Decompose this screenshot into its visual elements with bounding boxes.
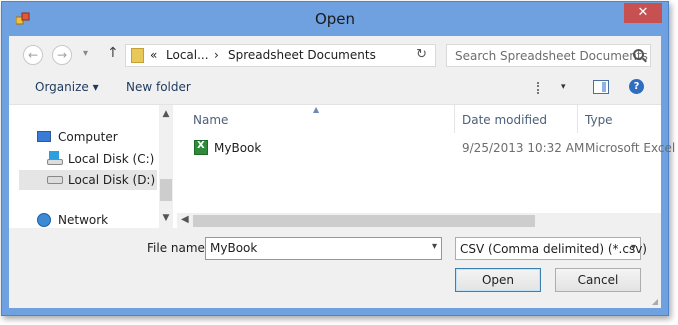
sidebar-scrollbar[interactable]: ▲ ▼ [159, 105, 173, 229]
search-icon[interactable] [633, 49, 644, 60]
file-type-select[interactable]: CSV (Comma delimited) (*.csv) ▾ [455, 237, 647, 260]
back-button[interactable]: ← [23, 45, 43, 65]
sidebar-item-label: Local Disk (C:) [68, 152, 155, 166]
breadcrumb-local[interactable]: Local... [166, 48, 209, 62]
column-divider[interactable] [454, 105, 455, 133]
sidebar-item-network[interactable]: Network [37, 210, 157, 230]
column-header-row: ▲ Name Date modified Type [177, 105, 661, 133]
view-options-dropdown[interactable]: ▾ [561, 82, 566, 92]
dialog-footer: File name: ▾ CSV (Comma delimited) (*.cs… [9, 228, 661, 308]
scroll-thumb[interactable] [193, 215, 535, 227]
network-icon [37, 213, 51, 227]
resize-grip-icon[interactable]: ◢ [652, 297, 658, 306]
refresh-icon[interactable]: ↻ [416, 47, 427, 62]
sidebar-item-label: Computer [58, 130, 118, 144]
recent-locations-button[interactable]: ▾ [83, 48, 88, 59]
computer-icon [37, 131, 51, 142]
sidebar-item-label: Network [58, 213, 109, 227]
open-dialog: Open ✕ ← → ▾ ↑ « Local... › Spreadsheet … [1, 1, 675, 316]
excel-file-icon [194, 140, 208, 155]
browser-area: Computer Local Disk (C:) Local Disk (D:)… [9, 104, 675, 229]
help-icon[interactable]: ? [629, 79, 644, 94]
file-row[interactable]: MyBook 9/25/2013 10:32 AM Microsoft Exce… [177, 137, 675, 159]
scroll-thumb[interactable] [160, 179, 172, 201]
breadcrumb-overflow[interactable]: « [150, 48, 157, 62]
folder-icon [131, 48, 144, 63]
column-header-name[interactable]: Name [193, 113, 228, 127]
window-title: Open [314, 10, 356, 28]
file-type: Microsoft Excel [585, 141, 676, 155]
scroll-up-arrow[interactable]: ▲ [159, 109, 173, 119]
file-name-field[interactable]: ▾ [205, 237, 442, 260]
navigation-pane: Computer Local Disk (C:) Local Disk (D:)… [9, 105, 173, 229]
address-row: ← → ▾ ↑ « Local... › Spreadsheet Documen… [9, 36, 661, 72]
cancel-button[interactable]: Cancel [555, 268, 641, 292]
chevron-down-icon[interactable]: ▾ [631, 242, 636, 253]
up-button[interactable]: ↑ [107, 45, 119, 61]
sidebar-item-local-disk-d[interactable]: Local Disk (D:) [19, 170, 157, 190]
forward-button[interactable]: → [52, 45, 72, 65]
drive-icon [47, 159, 63, 165]
column-header-type[interactable]: Type [585, 113, 613, 127]
file-type-value: CSV (Comma delimited) (*.csv) [460, 242, 647, 256]
breadcrumb-separator[interactable]: › [214, 48, 219, 62]
change-view-icon[interactable] [537, 82, 551, 94]
scroll-left-arrow[interactable]: ◀ [181, 214, 189, 225]
search-placeholder: Search Spreadsheet Documents [455, 49, 648, 63]
horizontal-scrollbar[interactable]: ◀ [177, 213, 661, 229]
drive-icon [47, 176, 63, 184]
sidebar-item-computer[interactable]: Computer [37, 127, 157, 147]
file-name-input[interactable] [210, 241, 415, 255]
command-bar: Organize ▾ New folder ▾ ? [9, 72, 661, 104]
address-bar[interactable]: « Local... › Spreadsheet Documents ↻ [125, 44, 436, 67]
chevron-down-icon[interactable]: ▾ [432, 241, 437, 252]
breadcrumb-spreadsheet-documents[interactable]: Spreadsheet Documents [228, 48, 376, 62]
scroll-down-arrow[interactable]: ▼ [159, 213, 173, 223]
sort-ascending-icon: ▲ [313, 105, 320, 114]
title-bar[interactable]: Open ✕ [2, 2, 668, 36]
organize-button[interactable]: Organize ▾ [35, 80, 99, 94]
file-date-modified: 9/25/2013 10:32 AM [462, 141, 585, 155]
column-header-date-modified[interactable]: Date modified [462, 113, 547, 127]
close-button[interactable]: ✕ [624, 3, 662, 23]
sidebar-item-label: Local Disk (D:) [68, 173, 156, 187]
dialog-client: ← → ▾ ↑ « Local... › Spreadsheet Documen… [9, 36, 675, 308]
file-name-label: File name: [147, 241, 209, 255]
file-list: ▲ Name Date modified Type MyBook 9/25/20… [177, 105, 675, 229]
column-divider[interactable] [577, 105, 578, 133]
search-input[interactable]: Search Spreadsheet Documents [446, 44, 651, 67]
open-button[interactable]: Open [455, 268, 541, 292]
preview-pane-icon[interactable] [593, 80, 609, 94]
file-name: MyBook [214, 141, 262, 155]
new-folder-button[interactable]: New folder [126, 80, 191, 94]
sidebar-item-local-disk-c[interactable]: Local Disk (C:) [47, 149, 157, 169]
